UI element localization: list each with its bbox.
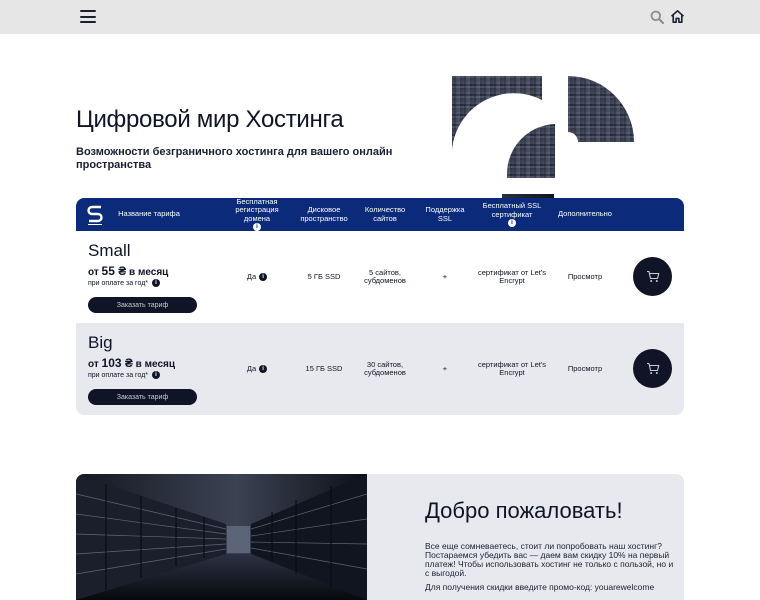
price-suffix: в месяц bbox=[126, 267, 169, 278]
free-domain-value: Да bbox=[246, 363, 257, 373]
header-plan-name: Название тарифа bbox=[118, 209, 180, 219]
order-plan-button[interactable]: Заказать тариф bbox=[88, 297, 197, 313]
price-note-text: при оплате за год* bbox=[88, 371, 149, 379]
info-icon[interactable]: i bbox=[259, 273, 268, 281]
header-free-ssl-label: Бесплатный SSL сертификат bbox=[482, 201, 542, 219]
home-icon[interactable] bbox=[670, 9, 685, 24]
cell-ssl-support: + bbox=[442, 271, 448, 281]
plans-table-header: Название тарифа Бесплатная регистрация д… bbox=[76, 198, 684, 232]
header-extra: Дополнительно bbox=[558, 209, 612, 219]
hero-subtitle: Возможности безграничного хостинга для в… bbox=[76, 146, 393, 171]
price-note-text: при оплате за год* bbox=[88, 279, 149, 287]
datacenter-corridor-image bbox=[76, 474, 367, 600]
header-free-ssl: Бесплатный SSL сертификат i bbox=[476, 198, 548, 231]
hero-datacenter-collage-image bbox=[452, 76, 634, 200]
welcome-description: Все еще сомневаетесь, стоит ли попробова… bbox=[425, 541, 674, 578]
cell-sites-count: 5 сайтов, субдоменов bbox=[364, 267, 406, 285]
top-navigation-bar bbox=[0, 0, 760, 34]
cell-disk-space: 5 ГБ SSD bbox=[307, 271, 341, 281]
info-icon[interactable]: i bbox=[152, 371, 161, 379]
free-domain-value: Да bbox=[246, 271, 257, 281]
view-details-link[interactable]: Просмотр bbox=[550, 231, 620, 323]
price-value: 103 ₴ bbox=[101, 356, 133, 370]
hero-title: Цифровой мир Хостинга bbox=[76, 106, 344, 133]
welcome-section: Добро пожаловать! Все еще сомневаетесь, … bbox=[76, 474, 684, 600]
header-free-domain-label: Бесплатная регистрация домена bbox=[235, 198, 279, 223]
cell-free-ssl: сертификат от Let's Encrypt bbox=[477, 359, 547, 377]
hamburger-menu-icon[interactable] bbox=[80, 10, 96, 23]
add-to-cart-button[interactable] bbox=[633, 349, 672, 388]
header-disk-space: Дисковое пространство bbox=[300, 205, 348, 223]
header-sites-count: Количество сайтов bbox=[364, 205, 406, 223]
hosting-plans-table: Название тарифа Бесплатная регистрация д… bbox=[76, 198, 684, 415]
plan-name: Small bbox=[88, 241, 131, 260]
welcome-title: Добро пожаловать! bbox=[425, 498, 623, 523]
plan-row-big: Big от 103 ₴ в месяц при оплате за год* i… bbox=[76, 323, 684, 415]
add-to-cart-button[interactable] bbox=[633, 257, 672, 296]
plan-price-note: при оплате за год* i bbox=[88, 279, 161, 287]
price-prefix: от bbox=[88, 359, 102, 370]
info-icon[interactable]: i bbox=[152, 279, 161, 287]
cell-free-domain: Да i bbox=[226, 323, 288, 415]
info-icon[interactable]: i bbox=[508, 219, 516, 227]
plan-price: от 55 ₴ в месяц bbox=[88, 264, 168, 278]
view-details-link[interactable]: Просмотр bbox=[550, 323, 620, 415]
cell-free-domain: Да i bbox=[226, 231, 288, 323]
cell-sites-count: 30 сайтов, субдоменов bbox=[364, 359, 406, 377]
info-icon[interactable]: i bbox=[259, 365, 268, 373]
cell-ssl-support: + bbox=[442, 363, 448, 373]
cart-icon bbox=[646, 270, 659, 282]
plan-row-small: Small от 55 ₴ в месяц при оплате за год*… bbox=[76, 231, 684, 323]
header-ssl-support: Поддержка SSL bbox=[425, 205, 465, 223]
plan-name: Big bbox=[88, 333, 113, 352]
brand-s-logo-icon bbox=[87, 205, 103, 225]
header-free-domain: Бесплатная регистрация домена i bbox=[226, 198, 288, 232]
plan-price: от 103 ₴ в месяц bbox=[88, 356, 175, 370]
cell-disk-space: 15 ГБ SSD bbox=[305, 363, 343, 373]
price-value: 55 ₴ bbox=[101, 264, 127, 278]
price-prefix: от bbox=[88, 267, 102, 278]
plan-price-note: при оплате за год* i bbox=[88, 371, 161, 379]
search-icon[interactable] bbox=[650, 10, 664, 24]
cart-icon bbox=[646, 362, 659, 374]
price-suffix: в месяц bbox=[132, 359, 175, 370]
order-plan-button[interactable]: Заказать тариф bbox=[88, 389, 197, 405]
promo-code-text: Для получения скидки введите промо-код: … bbox=[425, 582, 655, 592]
cell-free-ssl: сертификат от Let's Encrypt bbox=[477, 267, 547, 285]
